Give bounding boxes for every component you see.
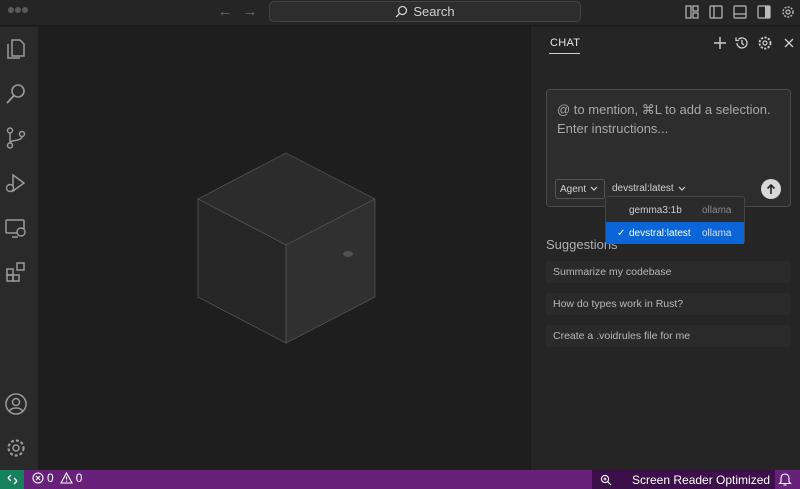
model-option-provider: ollama [702,204,732,216]
command-center-search[interactable]: Search [269,1,581,22]
screen-reader-status[interactable]: Screen Reader Optimized [592,470,775,489]
close-window-button[interactable] [8,7,14,13]
remote-icon [7,474,17,485]
send-button[interactable] [761,179,781,199]
customize-layout-icon[interactable] [684,4,700,20]
model-option-name: devstral:latest [629,227,691,239]
history-icon[interactable] [734,35,750,51]
suggestion-item[interactable]: How do types work in Rust? [546,293,791,315]
extensions-icon[interactable] [4,260,28,284]
activity-bar [0,27,38,470]
model-option-provider: ollama [702,227,732,239]
cube-logo-watermark [197,152,376,344]
chat-input-placeholder[interactable]: @ to mention, ⌘L to add a selection. Ent… [557,100,782,138]
title-bar: ← → Search [0,0,800,26]
run-debug-icon[interactable] [4,171,28,195]
status-bar: 0 0 Screen Reader Optimized [0,470,800,489]
problems-indicator[interactable]: 0 0 [32,471,82,485]
forward-arrow-icon[interactable]: → [240,3,260,20]
zoom-window-button[interactable] [22,7,28,13]
mode-select-label: Agent [560,183,587,195]
model-option-name: gemma3:1b [629,204,682,216]
warning-icon [59,472,73,484]
search-icon [395,5,408,18]
search-label: Search [413,4,455,19]
chat-tab-underline [549,53,580,54]
editor-area [38,27,530,470]
model-dropdown: gemma3:1b ollama ✓ devstral:latest ollam… [605,196,745,244]
screen-reader-label: Screen Reader Optimized [632,472,771,487]
chevron-down-icon [678,186,686,191]
toggle-primary-sidebar-icon[interactable] [708,4,724,20]
error-count: 0 [47,471,54,485]
chat-input[interactable]: @ to mention, ⌘L to add a selection. Ent… [546,89,791,207]
mode-select[interactable]: Agent [555,179,605,199]
toggle-secondary-sidebar-icon[interactable] [756,4,772,20]
gear-icon[interactable] [780,4,796,20]
remote-explorer-icon[interactable] [4,216,28,240]
explorer-icon[interactable] [4,37,28,61]
minimize-window-button[interactable] [15,7,21,13]
model-option-devstral[interactable]: ✓ devstral:latest ollama [606,222,744,244]
notifications-bell-icon[interactable] [778,471,792,487]
suggestion-item[interactable]: Summarize my codebase [546,261,791,283]
new-chat-plus-icon[interactable] [712,35,728,51]
chat-settings-gear-icon[interactable] [757,35,773,51]
chat-tab[interactable]: CHAT [550,37,580,49]
search-icon[interactable] [4,82,28,106]
toggle-panel-icon[interactable] [732,4,748,20]
model-option-gemma3[interactable]: gemma3:1b ollama [606,199,744,221]
warning-count: 0 [75,471,83,485]
error-icon [32,472,44,484]
source-control-icon[interactable] [4,126,28,150]
suggestion-item[interactable]: Create a .voidrules file for me [546,325,791,347]
back-arrow-icon[interactable]: ← [215,3,235,20]
chat-panel: CHAT @ to mention, ⌘L to add a selection… [530,27,800,470]
checkmark-icon: ✓ [617,227,626,239]
close-icon[interactable] [781,35,797,51]
model-select-label: devstral:latest [612,183,674,194]
account-icon[interactable] [4,392,28,416]
zoom-icon [600,474,612,485]
manage-gear-icon[interactable] [4,436,28,460]
arrow-up-icon [766,183,776,194]
model-select[interactable]: devstral:latest [612,183,686,194]
remote-indicator[interactable] [0,470,24,489]
chevron-down-icon [590,186,598,191]
